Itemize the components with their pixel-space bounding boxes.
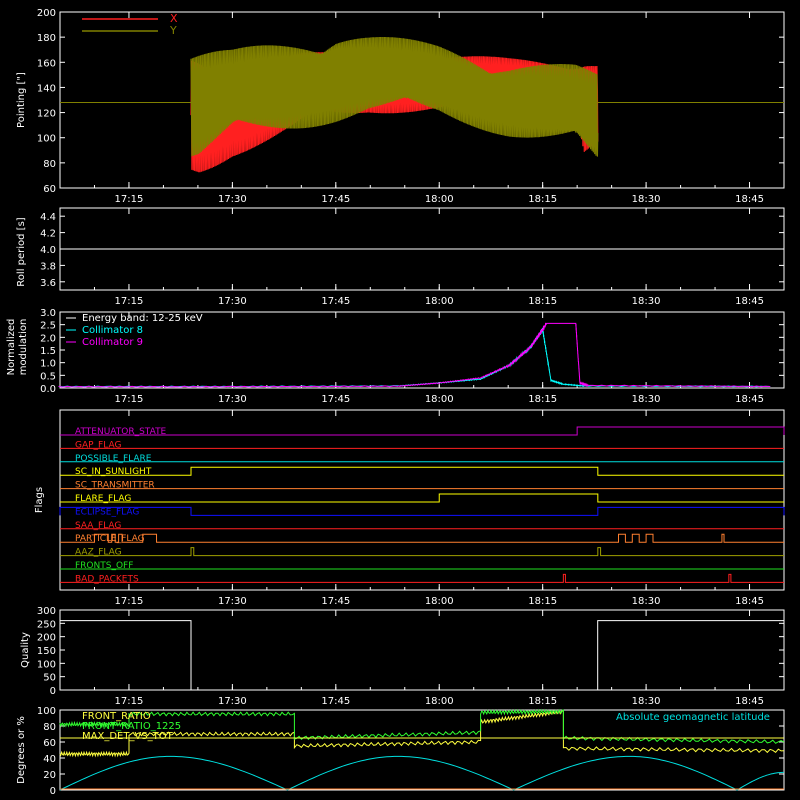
ytick-label: 0.0 — [40, 384, 56, 395]
ytick-label: 20 — [43, 770, 56, 781]
ytick-label: 60 — [43, 738, 56, 749]
roll-ylabel: Roll period [s] — [16, 217, 27, 286]
xtick-label: 18:30 — [632, 596, 661, 607]
ytick-label: 0.5 — [40, 371, 56, 382]
ytick-label: 60 — [43, 184, 56, 195]
ytick-label: 2.5 — [40, 321, 56, 332]
ytick-label: 0 — [50, 786, 56, 797]
ytick-label: 4.0 — [40, 245, 56, 256]
xtick-label: 18:45 — [735, 394, 764, 405]
ytick-label: 100 — [37, 706, 56, 717]
ytick-label: 100 — [37, 134, 56, 145]
xtick-label: 18:45 — [735, 296, 764, 307]
ytick-label: 50 — [43, 673, 56, 684]
xtick-label: 18:00 — [425, 394, 454, 405]
xtick-label: 18:15 — [528, 696, 557, 707]
legend-collimator9-label: Collimator 9 — [82, 337, 143, 348]
xtick-label: 17:15 — [115, 194, 144, 205]
xtick-label: 18:00 — [425, 596, 454, 607]
ytick-label: 40 — [43, 754, 56, 765]
modulation-ylabel-line1: Normalized — [6, 319, 17, 376]
xtick-label: 18:15 — [528, 394, 557, 405]
ytick-label: 3.8 — [40, 261, 56, 272]
legend-collimator8-label: Collimator 8 — [82, 325, 143, 336]
xtick-label: 17:30 — [218, 296, 247, 307]
ytick-label: 3.0 — [40, 308, 56, 319]
xtick-label: 17:30 — [218, 696, 247, 707]
flag-label-eclipse-flag: ECLIPSE_FLAG — [75, 507, 139, 517]
xtick-label: 18:15 — [528, 296, 557, 307]
ytick-label: 0 — [50, 686, 56, 697]
ytick-label: 80 — [43, 722, 56, 733]
xtick-label: 18:45 — [735, 194, 764, 205]
xtick-label: 18:00 — [425, 296, 454, 307]
xtick-label: 17:30 — [218, 194, 247, 205]
xtick-label: 18:30 — [632, 296, 661, 307]
pointing-ylabel: Pointing ["] — [16, 72, 27, 128]
legend-geomagnetic-latitude: Absolute geomagnetic latitude — [616, 712, 770, 723]
ytick-label: 200 — [37, 8, 56, 19]
xtick-label: 18:00 — [425, 194, 454, 205]
legend-y-label: Y — [169, 24, 177, 37]
xtick-label: 18:45 — [735, 596, 764, 607]
ytick-label: 140 — [37, 83, 56, 94]
ytick-label: 120 — [37, 109, 56, 120]
xtick-label: 18:15 — [528, 596, 557, 607]
xtick-label: 17:45 — [321, 296, 350, 307]
ytick-label: 1.0 — [40, 359, 56, 370]
ytick-label: 80 — [43, 159, 56, 170]
flags-ylabel: Flags — [34, 487, 45, 513]
ytick-label: 300 — [37, 606, 56, 617]
xtick-label: 17:45 — [321, 394, 350, 405]
xtick-label: 17:30 — [218, 394, 247, 405]
ytick-label: 160 — [37, 58, 56, 69]
xtick-label: 18:45 — [735, 696, 764, 707]
ytick-label: 150 — [37, 646, 56, 657]
ytick-label: 200 — [37, 633, 56, 644]
ytick-label: 3.6 — [40, 278, 56, 289]
legend-max-det-vs-tot: MAX_DET_VS_TOT — [82, 731, 174, 742]
xtick-label: 17:15 — [115, 296, 144, 307]
ytick-label: 4.4 — [40, 212, 56, 223]
xtick-label: 18:30 — [632, 194, 661, 205]
ytick-label: 100 — [37, 659, 56, 670]
xtick-label: 17:15 — [115, 596, 144, 607]
xtick-label: 17:45 — [321, 596, 350, 607]
ytick-label: 180 — [37, 33, 56, 44]
xtick-label: 18:15 — [528, 194, 557, 205]
energy-band-annotation: Energy band: 12-25 keV — [82, 313, 203, 324]
xtick-label: 17:15 — [115, 394, 144, 405]
ytick-label: 2.0 — [40, 333, 56, 344]
xtick-label: 17:30 — [218, 596, 247, 607]
xtick-label: 17:15 — [115, 696, 144, 707]
xtick-label: 18:00 — [425, 696, 454, 707]
xtick-label: 17:45 — [321, 194, 350, 205]
xtick-label: 18:30 — [632, 394, 661, 405]
xtick-label: 17:45 — [321, 696, 350, 707]
modulation-ylabel-line2: modulation — [18, 319, 29, 376]
quality-ylabel: Quality — [20, 632, 31, 668]
figure: Pointing ["] 6080100120140160180200 17:1… — [0, 0, 800, 800]
ytick-label: 4.2 — [40, 229, 56, 240]
ytick-label: 1.5 — [40, 346, 56, 357]
xtick-label: 18:30 — [632, 696, 661, 707]
degrees-ylabel: Degrees or % — [16, 716, 27, 784]
ytick-label: 250 — [37, 619, 56, 630]
